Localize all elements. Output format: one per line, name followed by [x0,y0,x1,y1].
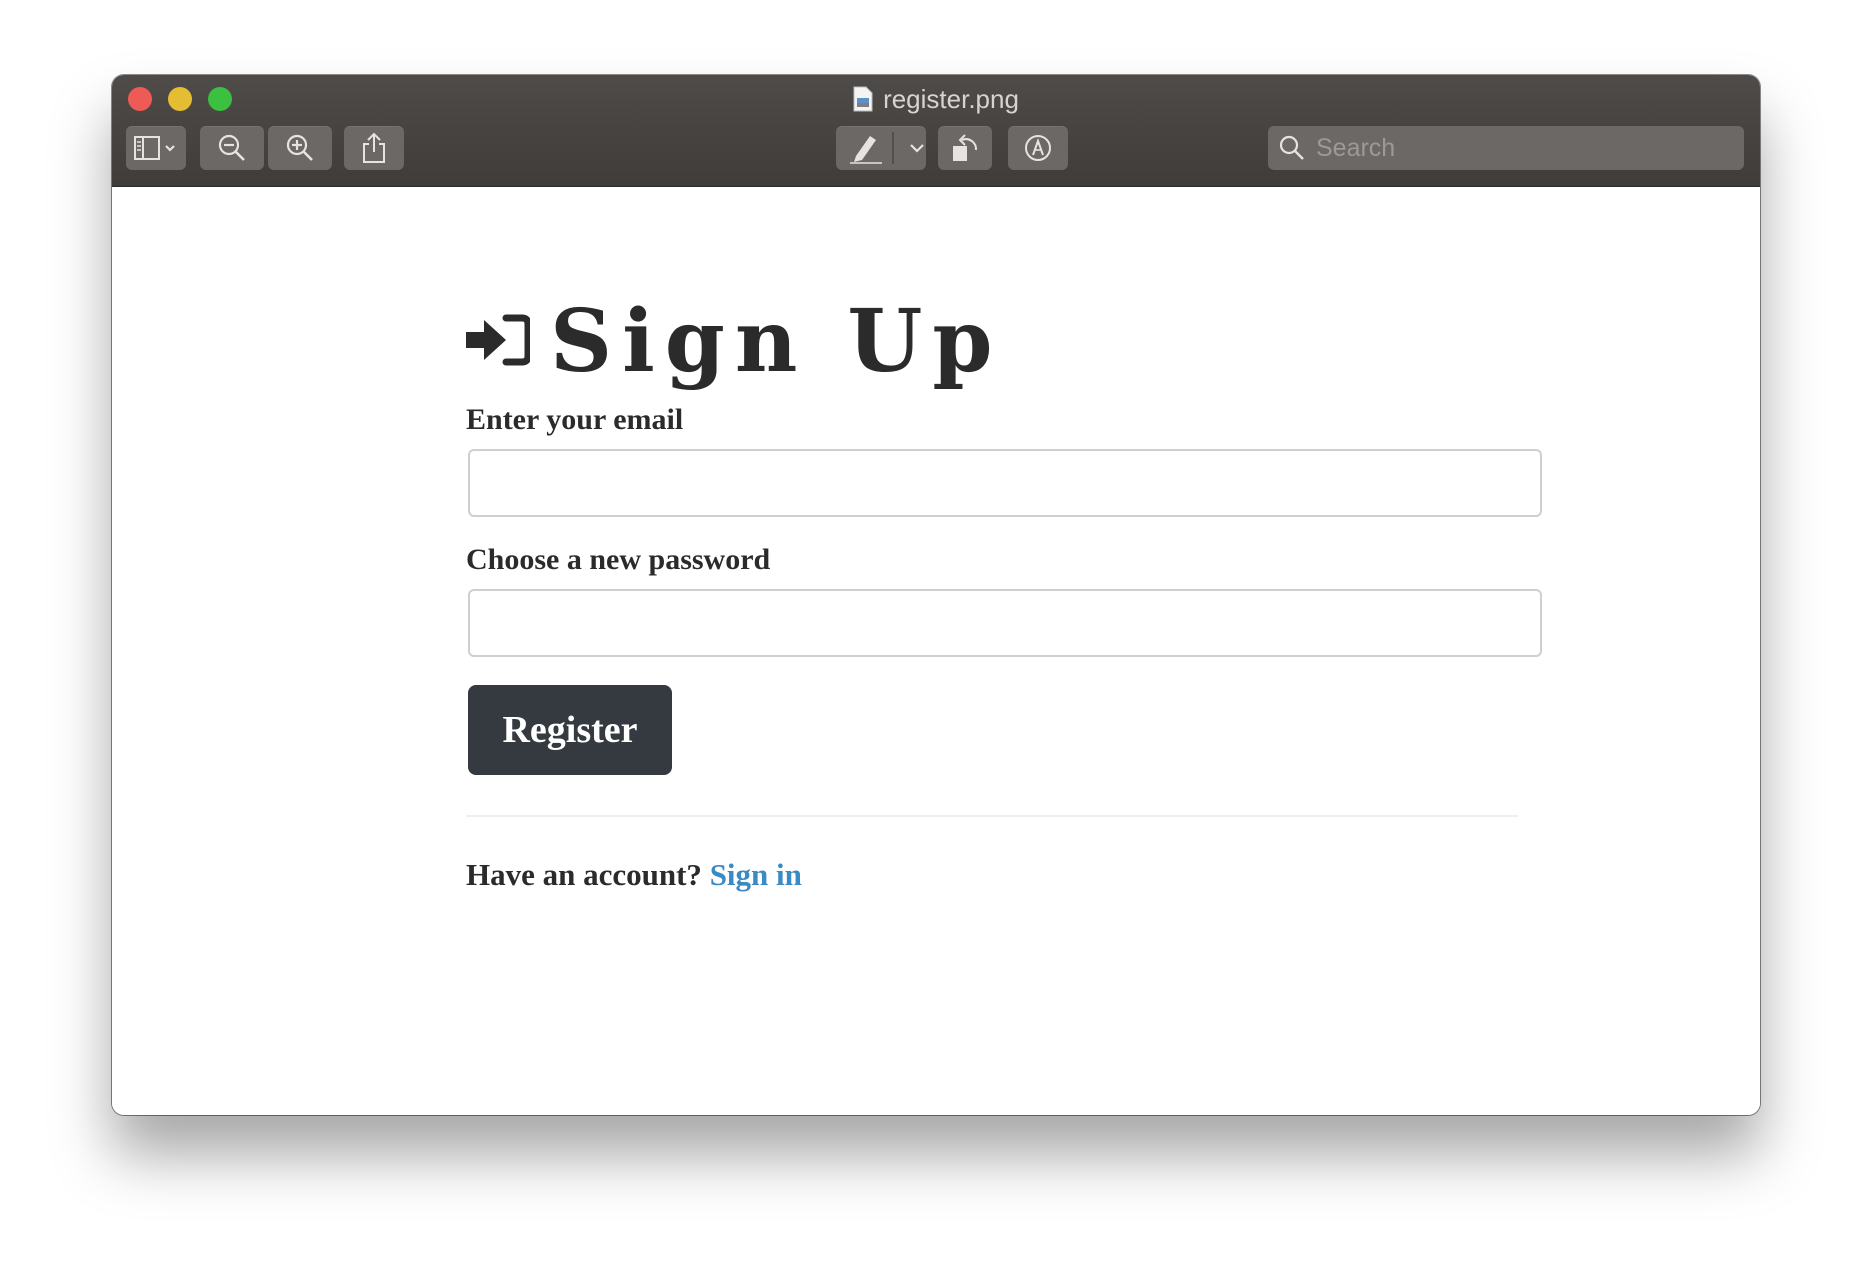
zoom-out-icon [218,134,245,161]
signin-link[interactable]: Sign in [710,857,802,892]
zoom-out-button[interactable] [200,126,264,170]
email-field[interactable] [468,449,1542,517]
share-button[interactable] [344,126,404,170]
search-icon [1279,135,1304,160]
share-icon [363,132,385,163]
email-label: Enter your email [466,403,684,436]
document-icon [853,86,873,119]
preview-window: register.png Search Sign Up Enter your e… [112,75,1760,1115]
document-viewport: Sign Up Enter your email Choose a new pa… [112,187,1760,1115]
rotate-left-icon [953,134,978,161]
register-button[interactable]: Register [468,685,672,775]
password-field[interactable] [468,589,1542,657]
rotate-button[interactable] [938,126,992,170]
page-heading: Sign Up [466,287,1518,397]
search-input[interactable] [1314,132,1738,164]
window-title-text: register.png [883,84,1019,114]
signin-prompt: Have an account? Sign in [466,857,1518,893]
divider [466,815,1518,817]
sidebar-icon [134,136,175,160]
annotate-button[interactable] [1008,126,1068,170]
annotate-icon [1025,135,1051,161]
search-field[interactable] [1268,126,1744,170]
signup-form: Sign Up Enter your email Choose a new pa… [466,287,1542,893]
zoom-in-button[interactable] [268,126,332,170]
password-label: Choose a new password [466,543,771,576]
title-bar: register.png [112,75,1760,187]
chevron-down-icon[interactable] [908,142,926,154]
zoom-in-icon [286,134,313,161]
markup-pen-button[interactable] [836,126,926,170]
pen-icon [850,132,894,164]
signin-prompt-text: Have an account? [466,857,702,892]
window-title: register.png [112,83,1760,119]
sign-in-arrow-icon [466,312,532,372]
page-title: Sign Up [550,291,1003,392]
sidebar-toggle-button[interactable] [126,126,186,170]
